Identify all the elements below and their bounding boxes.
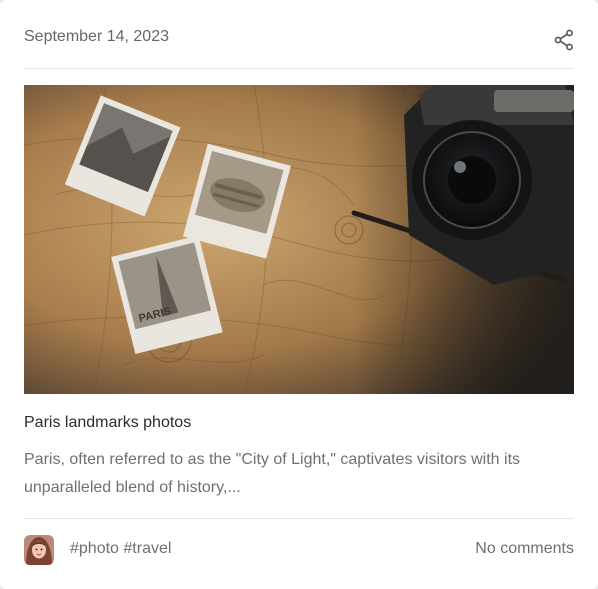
share-icon[interactable] (552, 28, 576, 52)
post-excerpt: Paris, often referred to as the "City of… (24, 451, 521, 496)
comments-link[interactable]: No comments (475, 540, 574, 558)
post-date: September 14, 2023 (24, 28, 169, 45)
footer-divider (24, 518, 574, 519)
post-title[interactable]: Paris landmarks photos (24, 414, 191, 432)
post-image[interactable]: PARIS (24, 85, 574, 394)
author-avatar[interactable] (24, 535, 54, 565)
tag-travel[interactable]: #travel (123, 540, 171, 557)
blog-post-card: September 14, 2023 PARIS Paris landmarks… (0, 0, 598, 589)
tag-photo[interactable]: #photo (70, 540, 119, 557)
header-divider (24, 68, 574, 69)
post-tags: #photo #travel (70, 540, 171, 558)
